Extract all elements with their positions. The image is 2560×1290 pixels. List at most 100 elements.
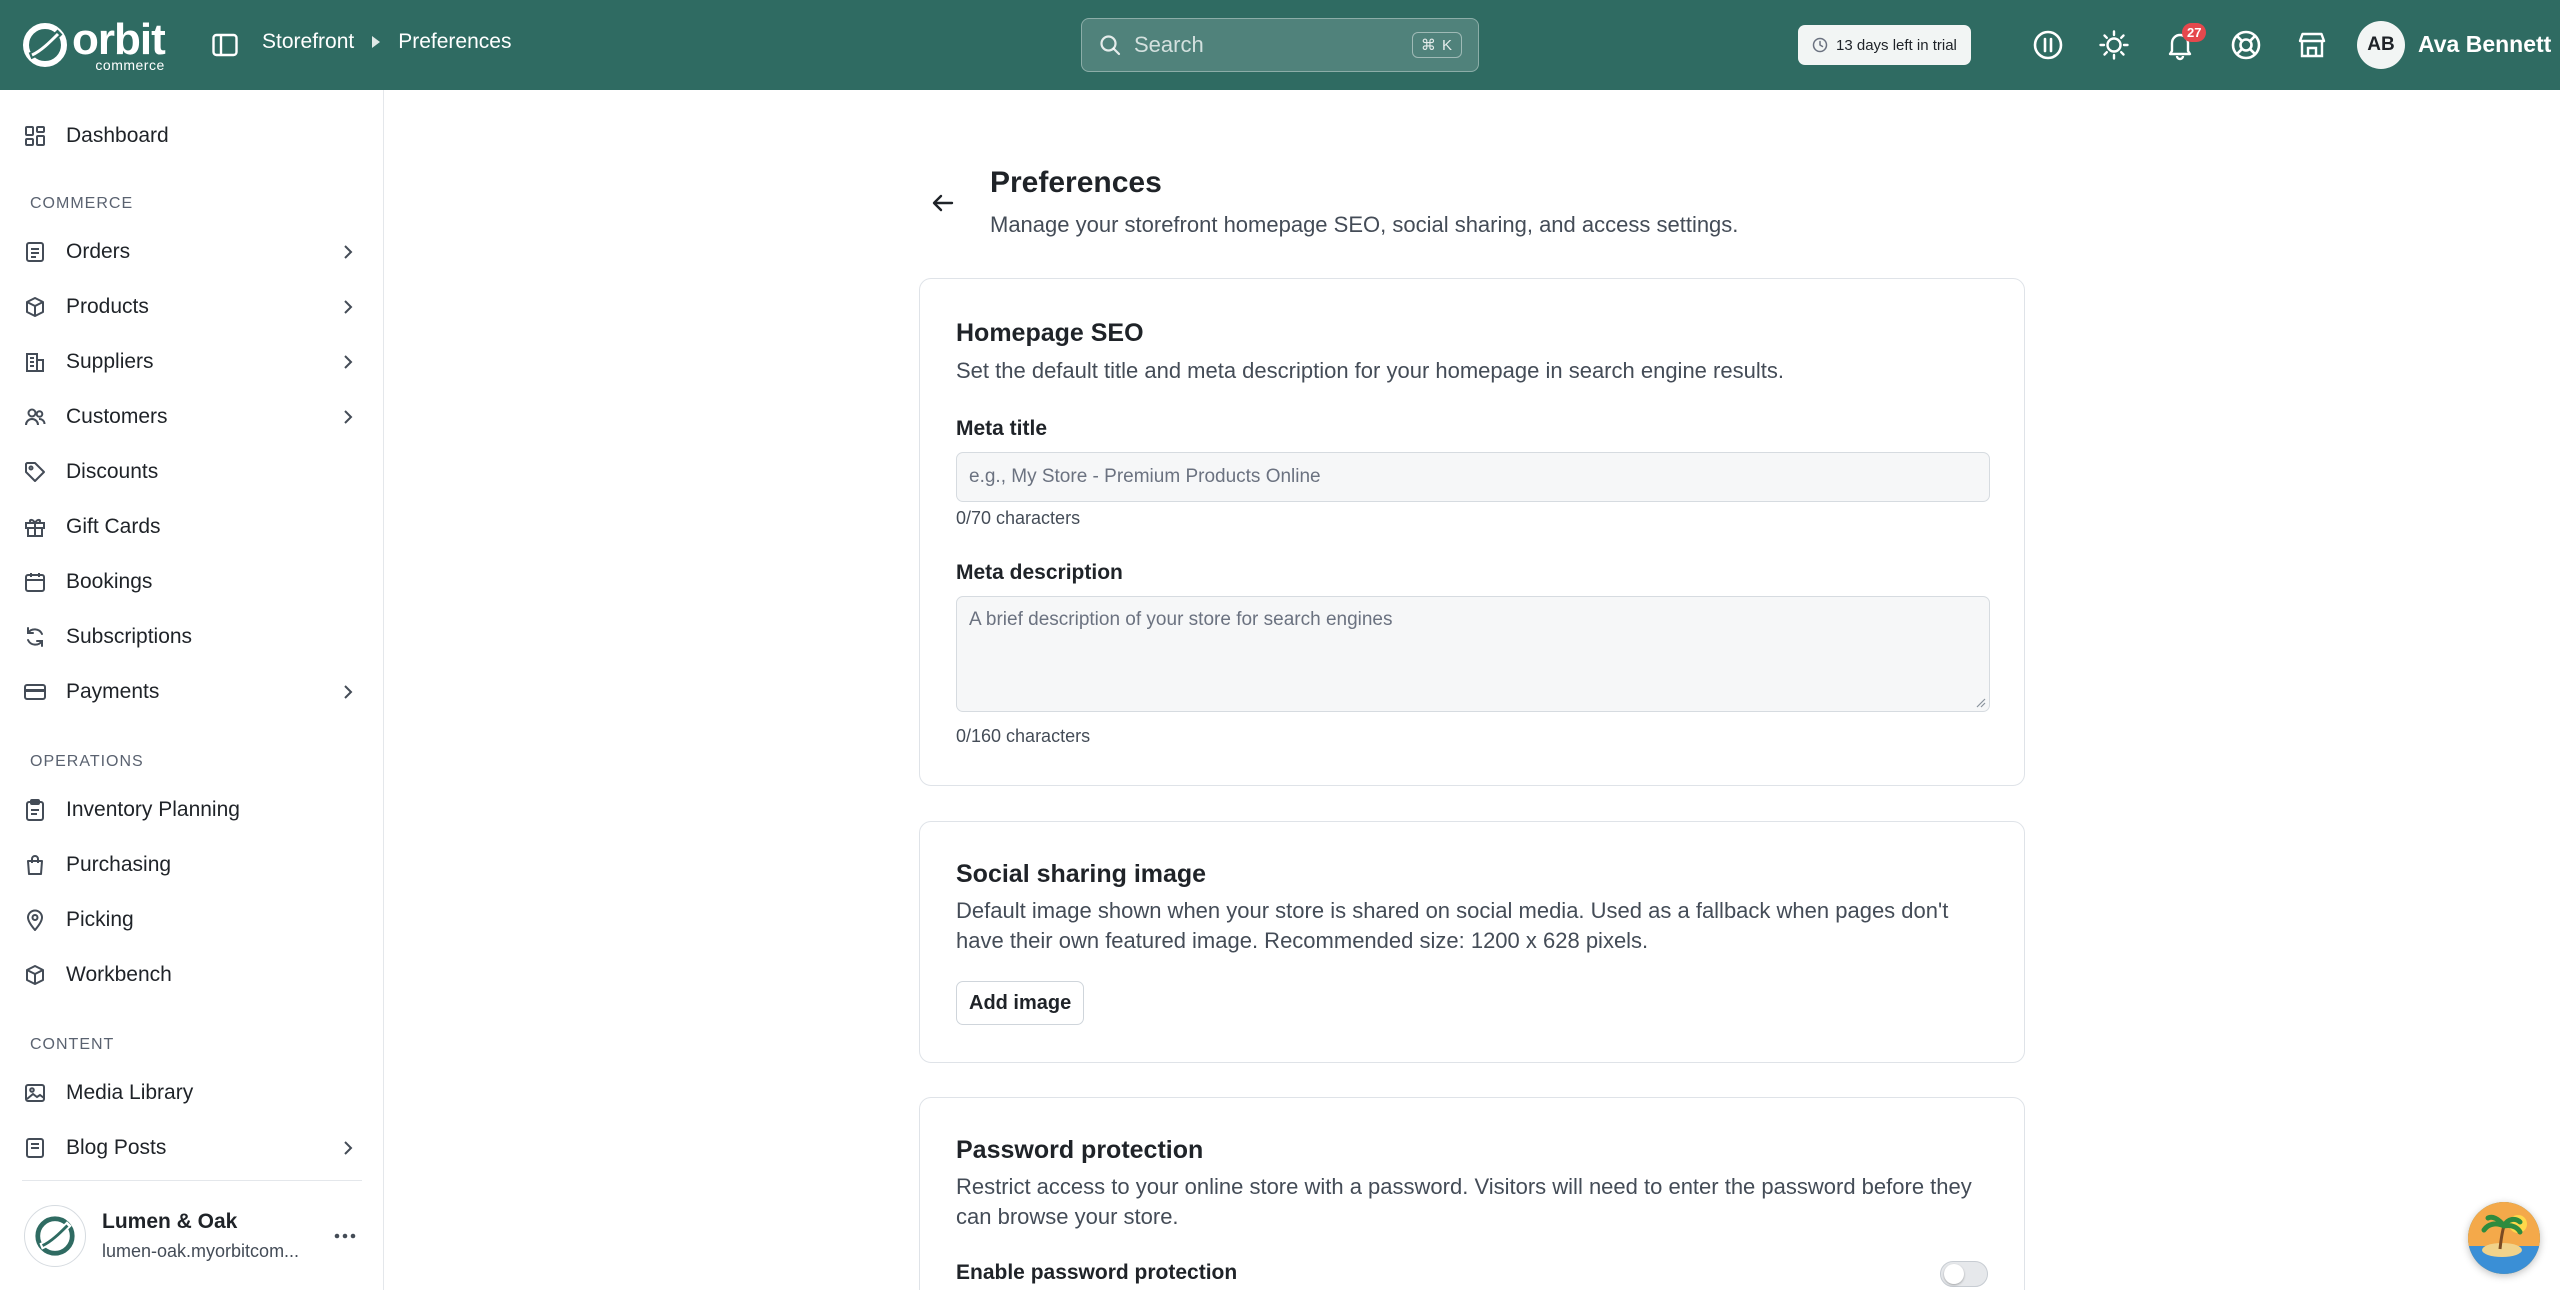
meta-description-textarea[interactable]: A brief description of your store for se… <box>956 596 1990 712</box>
help-button[interactable] <box>2226 25 2266 65</box>
brand-wordmark: orbit commerce <box>72 15 166 73</box>
sidebar-item-label: Orders <box>66 240 131 263</box>
sidebar-item-label: Purchasing <box>66 853 172 876</box>
sidebar-item-customers[interactable]: Customers <box>22 394 362 440</box>
meta-description-label: Meta description <box>956 561 1123 584</box>
chevron-right-icon <box>338 682 358 702</box>
pin-icon <box>22 907 48 933</box>
store-logo-icon <box>35 1215 75 1256</box>
sidebar-item-label: Workbench <box>66 963 172 986</box>
card-title: Social sharing image <box>956 860 1207 888</box>
sidebar-item-workbench[interactable]: Workbench <box>22 952 362 998</box>
sidebar-item-picking[interactable]: Picking <box>22 897 362 943</box>
breadcrumb-current: Preferences <box>398 30 512 53</box>
card-description: Set the default title and meta descripti… <box>956 358 1784 383</box>
sidebar-item-label: Bookings <box>66 570 153 593</box>
sidebar-item-blog-posts[interactable]: Blog Posts <box>22 1125 362 1171</box>
assistant-button[interactable] <box>2468 1202 2540 1274</box>
sidebar-item-label: Subscriptions <box>66 625 193 648</box>
meta-title-placeholder: e.g., My Store - Premium Products Online <box>969 466 1321 487</box>
notifications-button[interactable]: 27 <box>2160 23 2207 65</box>
back-button[interactable] <box>926 186 960 220</box>
status-button[interactable] <box>2028 25 2068 65</box>
meta-title-label: Meta title <box>956 417 1048 440</box>
sidebar-item-suppliers[interactable]: Suppliers <box>22 339 362 385</box>
store-button[interactable] <box>2292 25 2332 65</box>
sun-icon <box>2099 30 2129 60</box>
storefront-icon <box>2298 32 2326 58</box>
image-icon <box>22 1080 48 1106</box>
sidebar-item-orders[interactable]: Orders <box>22 229 362 275</box>
section-title-content: CONTENT <box>30 1036 115 1053</box>
card-title: Homepage SEO <box>956 319 1144 347</box>
more-horizontal-icon <box>334 1233 356 1238</box>
brand-name: orbit <box>72 15 166 64</box>
chevron-right-icon <box>338 242 358 262</box>
chevron-right-icon <box>338 297 358 317</box>
store-name: Lumen & Oak <box>102 1210 238 1234</box>
store-url: lumen-oak.myorbitcom... <box>102 1240 300 1261</box>
sidebar-item-bookings[interactable]: Bookings <box>22 559 362 605</box>
island-avatar-icon <box>2468 1202 2540 1274</box>
card-description: Default image shown when your store is s… <box>956 898 1949 953</box>
sidebar-item-purchasing[interactable]: Purchasing <box>22 842 362 888</box>
sidebar-item-media-library[interactable]: Media Library <box>22 1070 362 1116</box>
sidebar-item-gift-cards[interactable]: Gift Cards <box>22 504 362 550</box>
sidebar-item-label: Media Library <box>66 1081 194 1104</box>
box-icon <box>22 294 48 320</box>
sidebar-item-label: Products <box>66 295 149 318</box>
sidebar-panel-icon <box>212 33 238 57</box>
arrow-left-icon <box>932 194 954 212</box>
meta-title-input[interactable]: e.g., My Store - Premium Products Online <box>956 452 1990 502</box>
clipboard-icon <box>22 797 48 823</box>
search-input[interactable]: Search ⌘ K <box>1081 18 1479 72</box>
sidebar-item-dashboard[interactable]: Dashboard <box>22 113 362 159</box>
sidebar-item-discounts[interactable]: Discounts <box>22 449 362 495</box>
user-name[interactable]: Ava Bennett <box>2418 31 2551 58</box>
card-icon <box>22 679 48 705</box>
store-logo <box>24 1204 86 1267</box>
search-placeholder: Search <box>1134 32 1204 57</box>
chevron-right-icon <box>338 407 358 427</box>
sidebar-item-label: Discounts <box>66 460 159 483</box>
brand-sub: commerce <box>95 57 165 73</box>
post-icon <box>22 1135 48 1161</box>
sidebar-toggle-button[interactable] <box>208 28 242 62</box>
sidebar-item-label: Payments <box>66 680 160 703</box>
enable-password-toggle[interactable] <box>1940 1261 1988 1287</box>
sidebar-item-label: Suppliers <box>66 350 154 373</box>
sidebar-item-label: Inventory Planning <box>66 798 240 821</box>
status-icon <box>2033 30 2063 60</box>
sidebar-item-inventory-planning[interactable]: Inventory Planning <box>22 787 362 833</box>
sidebar-item-label: Dashboard <box>66 124 169 147</box>
clock-icon <box>1812 37 1828 53</box>
store-info: Lumen & Oak lumen-oak.myorbitcom... <box>102 1207 328 1264</box>
card-description: Restrict access to your online store wit… <box>956 1174 1972 1229</box>
sidebar-item-label: Customers <box>66 405 168 428</box>
sidebar-item-products[interactable]: Products <box>22 284 362 330</box>
user-avatar[interactable]: AB <box>2357 21 2405 69</box>
resize-handle-icon[interactable] <box>1976 698 1986 708</box>
breadcrumb-storefront[interactable]: Storefront <box>262 30 354 54</box>
sidebar-item-payments[interactable]: Payments <box>22 669 362 715</box>
breadcrumb: Storefront Preferences <box>262 30 511 54</box>
sidebar-item-subscriptions[interactable]: Subscriptions <box>22 614 362 660</box>
orders-icon <box>22 239 48 265</box>
page-title: Preferences <box>990 166 1162 199</box>
homepage-seo-card: Homepage SEO Set the default title and m… <box>919 278 2025 786</box>
calendar-icon <box>22 569 48 595</box>
top-bar: orbit commerce Storefront Preferences Se… <box>0 0 2560 90</box>
store-switcher[interactable]: Lumen & Oak lumen-oak.myorbitcom... <box>22 1180 362 1290</box>
section-title-commerce: COMMERCE <box>30 195 134 212</box>
brand-logo[interactable]: orbit commerce <box>22 15 166 73</box>
theme-toggle-button[interactable] <box>2094 25 2134 65</box>
meta-description-placeholder: A brief description of your store for se… <box>969 609 1393 630</box>
search-icon <box>1100 35 1121 56</box>
trial-badge[interactable]: 13 days left in trial <box>1798 25 1971 65</box>
orbit-logo-icon <box>23 23 67 67</box>
notification-count-badge: 27 <box>2182 23 2207 42</box>
section-title-operations: OPERATIONS <box>30 753 144 770</box>
add-image-button[interactable]: Add image <box>956 981 1085 1025</box>
meta-description-char-count: 0/160 characters <box>956 726 1091 746</box>
more-options-button[interactable] <box>328 1219 362 1253</box>
